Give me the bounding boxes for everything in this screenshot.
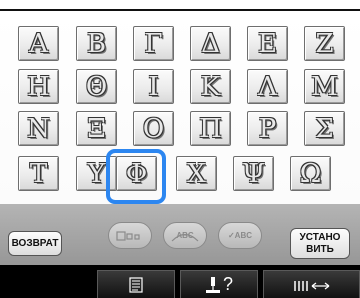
key-label: Μ [311,71,338,102]
key-label: Ξ [87,113,106,144]
arc-abc-label: ABC [176,231,194,240]
spacing-arrows-icon [293,280,329,291]
key-omicron[interactable]: Ο [133,111,174,146]
key-mu[interactable]: Μ [304,69,345,104]
key-label: Υ [87,158,106,189]
spacing-tab[interactable] [263,270,360,298]
key-label: Γ [144,28,163,59]
key-phi-selected[interactable]: Φ [116,156,157,191]
document-tab[interactable] [97,270,175,298]
help-question-mark: ? [222,274,233,294]
key-label: Δ [201,28,220,59]
check-abc-button[interactable]: ✓ABC [218,222,262,249]
key-label: Ζ [315,28,334,59]
key-label: Ι [148,71,159,102]
key-label: Φ [125,158,148,189]
key-chi[interactable]: Χ [176,156,217,191]
key-nu[interactable]: Ν [18,111,59,146]
key-epsilon[interactable]: Ε [247,26,288,61]
set-button[interactable]: УСТАНО ВИТЬ [290,228,350,259]
key-label: Σ [315,113,334,144]
key-label: Θ [85,71,108,102]
key-label: Ο [142,113,165,144]
key-label: Τ [29,158,48,189]
key-upsilon[interactable]: Υ [76,156,117,191]
key-eta[interactable]: Η [18,69,59,104]
key-label: Ψ [242,158,265,189]
arc-abc-icon: ABC [171,231,199,241]
key-alpha[interactable]: Α [18,26,59,61]
key-label: Β [86,28,107,59]
layout-boxes-icon [116,230,140,241]
key-pi[interactable]: Π [190,111,231,146]
key-tau[interactable]: Τ [18,156,59,191]
key-gamma[interactable]: Γ [133,26,174,61]
sewing-machine-icon [205,276,220,293]
check-abc-label: ✓ABC [227,231,253,240]
key-label: Χ [187,158,206,189]
key-zeta[interactable]: Ζ [304,26,345,61]
key-rho[interactable]: Ρ [247,111,288,146]
key-psi[interactable]: Ψ [233,156,274,191]
key-label: Ρ [258,113,277,144]
key-label: Λ [258,71,277,102]
set-button-label-line2: ВИТЬ [306,243,334,255]
key-delta[interactable]: Δ [190,26,231,61]
key-label: Ν [27,113,50,144]
key-iota[interactable]: Ι [133,69,174,104]
key-sigma[interactable]: Σ [304,111,345,146]
arc-text-button[interactable]: ABC [163,222,207,249]
key-label: Π [199,113,222,144]
back-button-label: ВОЗВРАТ [11,237,59,249]
key-label: Α [29,28,48,59]
key-lambda[interactable]: Λ [247,69,288,104]
set-button-label-line1: УСТАНО [299,231,341,243]
key-label: Ε [258,28,277,59]
key-theta[interactable]: Θ [76,69,117,104]
key-label: Κ [200,71,221,102]
key-beta[interactable]: Β [76,26,117,61]
layout-toggle-button[interactable] [108,222,152,249]
key-label: Η [27,71,50,102]
key-kappa[interactable]: Κ [190,69,231,104]
machine-help-tab[interactable]: ? [180,270,258,298]
key-omega[interactable]: Ω [290,156,331,191]
key-xi[interactable]: Ξ [76,111,117,146]
set-button-label: УСТАНО ВИТЬ [300,232,341,256]
key-label: Ω [299,158,322,189]
back-button[interactable]: ВОЗВРАТ [8,231,62,256]
document-list-icon [129,276,143,293]
